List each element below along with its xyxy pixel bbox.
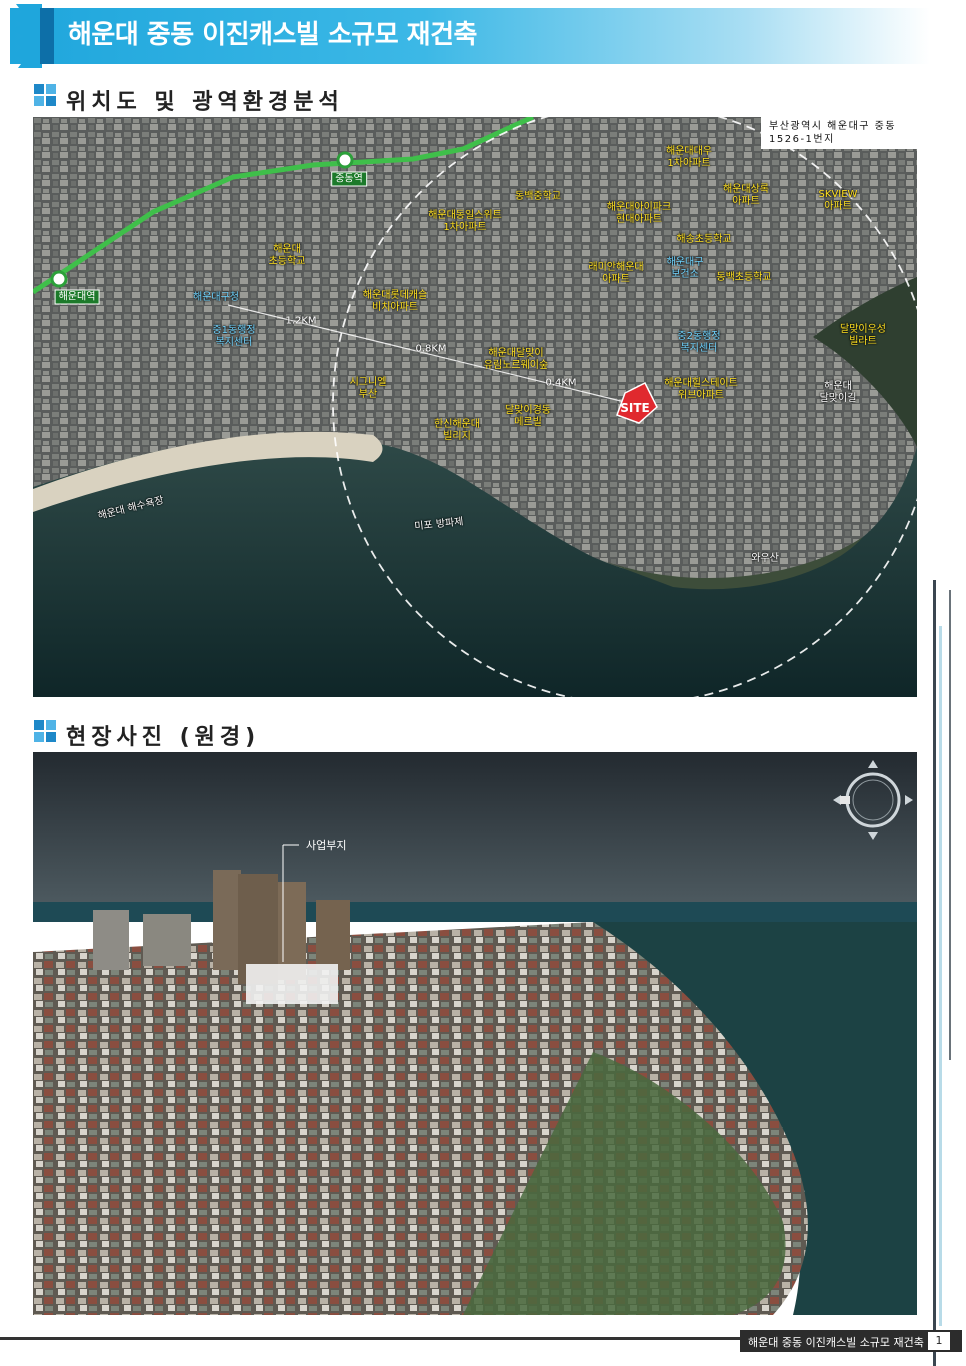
page-number: 1 (928, 1332, 950, 1350)
map-label-hanshin-village: 한신해운대 빌리지 (434, 419, 480, 442)
page-title: 해운대 중동 이진캐스빌 소규모 재건축 (68, 20, 477, 50)
section-square-icon (34, 720, 56, 742)
section-heading-site-photo: 현장사진 (원경) (66, 725, 261, 750)
site-photo: 사업부지 (33, 752, 917, 1315)
right-edge-dark-rule (949, 590, 951, 1060)
footer-project-name: 해운대 중동 이진캐스빌 소규모 재건축 (748, 1336, 924, 1349)
map-label-dongil-suite: 해운대동일스위트 1차아파트 (428, 210, 502, 233)
map-label-dalmaji-road: 해운대 달맞이길 (819, 381, 857, 404)
address-line-2: 1526-1번지 (769, 134, 835, 145)
distance-label-1-2km: 1.2KM (285, 315, 317, 327)
map-label-lotte-castle: 해운대롯데캐슬 비치아파트 (362, 290, 428, 313)
distance-label-0-4km: 0.4KM (545, 377, 577, 389)
section-heading-location: 위치도 및 광역환경분석 (66, 90, 344, 115)
map-label-woosung-villa: 달맞이우성 빌라트 (840, 324, 886, 347)
distance-label-0-8km: 0.8KM (415, 343, 447, 355)
map-label-haeundae-elementary: 해운대 초등학교 (268, 244, 306, 267)
address-line-1: 부산광역시 해운대구 중동 (769, 121, 897, 132)
location-map: 부산광역시 해운대구 중동 1526-1번지 중동역 해운대역 1.2KM 0.… (33, 117, 917, 697)
aerial-map-image (33, 117, 917, 697)
map-label-district-office: 해운대구청 (193, 292, 239, 303)
photo-site-label: 사업부지 (306, 839, 347, 852)
aerial-3d-image (33, 752, 917, 1315)
map-label-daewoo-apt: 해운대대우 1차아파트 (666, 146, 712, 169)
site-marker-label: SITE (620, 401, 650, 415)
right-edge-blue-rule (939, 626, 942, 1326)
map-label-sangrok-apt: 해운대상록 아파트 (723, 184, 769, 207)
map-label-hillstate-weve: 해운대힐스테이트 위브아파트 (664, 378, 738, 401)
station-label-jungdong: 중동역 (331, 171, 367, 187)
map-label-kyungdong-merville: 달맞이경동 메르빌 (505, 405, 551, 428)
map-label-jung1dong-center: 중1동행정 복지센터 (212, 325, 256, 348)
map-label-signiel: 시그니엘 부산 (349, 377, 387, 400)
map-label-raemian-apt: 래미안해운대 아파트 (588, 262, 644, 285)
right-edge-rule (933, 580, 936, 1366)
brush-edge-decoration (12, 4, 42, 68)
map-label-wausan: 와우산 (751, 553, 779, 564)
map-label-dongbaek-elementary: 동백초등학교 (716, 272, 772, 283)
map-label-ipark-hyundai: 해운대아이파크 현대아파트 (606, 202, 672, 225)
section-square-icon (34, 84, 56, 106)
map-label-norway-forest: 해운대달맞이 유림노르웨이숲 (483, 348, 549, 371)
map-label-haesong-elementary: 해송초등학교 (676, 234, 732, 245)
station-label-haeundae: 해운대역 (54, 289, 100, 305)
map-label-health-center: 해운대구 보건소 (666, 257, 704, 280)
map-label-dongbaek-middle: 동백중학교 (515, 191, 561, 202)
map-address-box: 부산광역시 해운대구 중동 1526-1번지 (761, 117, 917, 149)
map-label-jung2dong-center: 중2동행정 복지센터 (677, 331, 721, 354)
map-label-skview-apt: SKVIEW 아파트 (818, 189, 858, 212)
title-accent-bar (40, 8, 54, 64)
